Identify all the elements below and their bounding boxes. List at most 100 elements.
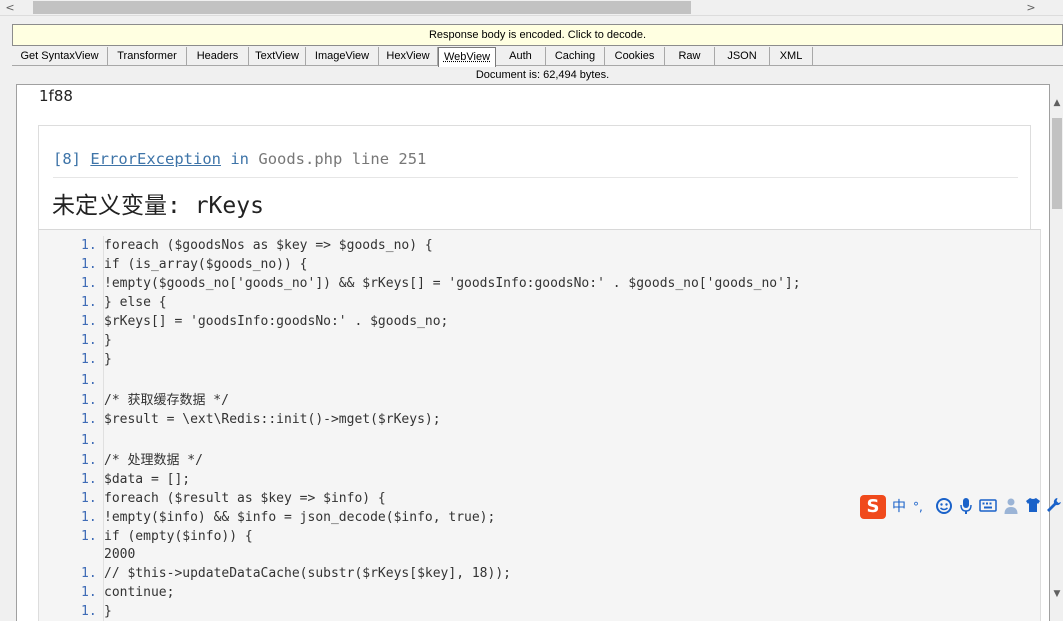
code-text: if (is_array($goods_no)) { <box>104 257 308 272</box>
tab-hexview[interactable]: HexView <box>379 47 438 66</box>
tab-xml[interactable]: XML <box>770 47 813 66</box>
code-line: 1.} <box>39 331 1042 350</box>
line-number: 1. <box>81 295 97 310</box>
line-number: 1. <box>81 373 97 388</box>
line-number: 1. <box>81 491 97 506</box>
line-number: 1. <box>81 333 97 348</box>
code-text: } <box>104 333 112 348</box>
ime-toolbar[interactable]: S 中 °, <box>860 494 1063 520</box>
line-number: 1. <box>81 352 97 367</box>
code-text: continue; <box>104 585 175 600</box>
code-text: foreach ($result as $key => $info) { <box>104 491 386 506</box>
tab-label: XML <box>779 50 803 62</box>
error-line-word: line <box>351 150 390 168</box>
tab-webview[interactable]: WebView <box>438 47 496 67</box>
tab-label: TextView <box>255 50 299 62</box>
horizontal-scrollbar[interactable]: < > <box>0 0 1063 16</box>
vertical-scroll-thumb[interactable] <box>1052 118 1062 209</box>
tab-get-syntaxview[interactable]: Get SyntaxView <box>12 47 108 66</box>
code-text: /* 处理数据 */ <box>104 453 203 468</box>
chunk-size-text: 1f88 <box>39 87 73 105</box>
code-text: $rKeys[] = 'goodsInfo:goodsNo:' . $goods… <box>104 314 449 329</box>
tab-caching[interactable]: Caching <box>546 47 605 66</box>
scroll-left-arrow-icon[interactable]: < <box>2 0 18 16</box>
microphone-icon[interactable] <box>959 497 973 517</box>
webview-panel: 1f88 [8] ErrorException in Goods.php lin… <box>16 84 1050 621</box>
line-number: 1. <box>81 257 97 272</box>
user-icon[interactable] <box>1003 497 1019 517</box>
line-number: 1. <box>81 412 97 427</box>
line-number: 1. <box>81 566 97 581</box>
tab-imageview[interactable]: ImageView <box>306 47 379 66</box>
tab-raw[interactable]: Raw <box>665 47 715 66</box>
code-text: } <box>104 604 112 619</box>
tab-cookies[interactable]: Cookies <box>605 47 665 66</box>
tab-label: Caching <box>554 50 596 62</box>
error-file: Goods.php <box>258 150 343 168</box>
keyboard-icon[interactable] <box>979 497 997 517</box>
line-number: 1. <box>81 604 97 619</box>
wrench-icon[interactable] <box>1046 497 1062 517</box>
scroll-up-arrow-icon[interactable]: ▲ <box>1051 98 1063 108</box>
tab-label: Get SyntaxView <box>20 50 99 62</box>
error-message: 未定义变量: rKeys <box>52 193 264 219</box>
vertical-scrollbar[interactable]: ▲ ▼ <box>1051 84 1063 621</box>
code-line: 1. $rKeys[] = 'goodsInfo:goodsNo:' . $goo… <box>39 312 1042 331</box>
emoji-icon[interactable] <box>935 497 953 517</box>
tab-label: Headers <box>196 50 239 62</box>
tab-label: WebView <box>443 51 491 63</box>
error-in-word: in <box>230 150 250 168</box>
error-header: [8] ErrorException in Goods.php line 251 <box>53 150 1018 178</box>
horizontal-scroll-thumb[interactable] <box>33 1 691 14</box>
ime-mode-chinese[interactable]: 中 <box>892 497 906 517</box>
code-line: 1. if (empty($info)) { <box>39 527 1042 546</box>
document-size-label: Document is: 62,494 bytes. <box>475 69 610 81</box>
code-text: } <box>104 352 112 367</box>
code-line: 1. <box>39 431 1042 450</box>
line-number: 1. <box>81 585 97 600</box>
line-number: 1. <box>81 433 97 448</box>
line-number: 1. <box>81 276 97 291</box>
tab-label: Cookies <box>614 50 655 62</box>
code-text: if (empty($info)) { <box>104 529 253 544</box>
code-line: 1. <box>39 371 1042 390</box>
code-line: 1. $result = \ext\Redis::init()->mget($rK… <box>39 410 1042 429</box>
error-code: [8] <box>53 150 81 168</box>
code-line: 1. /* 获取缓存数据 */ <box>39 391 1042 410</box>
exception-link[interactable]: ErrorException <box>90 150 221 168</box>
code-line: 1. $data = []; <box>39 470 1042 489</box>
ime-punctuation[interactable]: °, <box>913 497 923 517</box>
tab-textview[interactable]: TextView <box>249 47 306 66</box>
code-line: 1. if (is_array($goods_no)) { <box>39 255 1042 274</box>
code-line: 1. continue; <box>39 583 1042 602</box>
scroll-right-arrow-icon[interactable]: > <box>1023 0 1039 16</box>
decode-notice-bar[interactable]: Response body is encoded. Click to decod… <box>12 24 1063 46</box>
code-line: 2000 <box>39 545 1042 564</box>
code-line: 1. !empty($goods_no['goods_no']) && $rKey… <box>39 274 1042 293</box>
tab-label: JSON <box>727 50 757 62</box>
code-text: $result = \ext\Redis::init()->mget($rKey… <box>104 412 441 427</box>
tab-transformer[interactable]: Transformer <box>108 47 187 66</box>
scroll-down-arrow-icon[interactable]: ▼ <box>1051 589 1063 599</box>
line-number: 1. <box>81 393 97 408</box>
line-number: 1. <box>81 472 97 487</box>
code-line: 1. // $this->updateDataCache(substr($rKey… <box>39 564 1042 583</box>
tab-label: HexView <box>386 50 430 62</box>
source-code-box: 1. foreach ($goodsNos as $key => $goods_n… <box>38 229 1041 621</box>
sogou-logo-icon[interactable]: S <box>860 495 886 519</box>
code-text: /* 获取缓存数据 */ <box>104 393 229 408</box>
code-text: // $this->updateDataCache(substr($rKeys[… <box>104 566 511 581</box>
tab-headers[interactable]: Headers <box>187 47 249 66</box>
code-line: 1.} <box>39 350 1042 369</box>
line-number: 1. <box>81 529 97 544</box>
tab-json[interactable]: JSON <box>715 47 770 66</box>
tab-label: ImageView <box>314 50 370 62</box>
inspector-tabs: Get SyntaxView Transformer Headers TextView… <box>12 47 1063 67</box>
tab-auth[interactable]: Auth <box>496 47 546 66</box>
line-number: 1. <box>81 510 97 525</box>
code-line: 1.} <box>39 602 1042 621</box>
code-text: } else { <box>104 295 167 310</box>
tab-label: Auth <box>509 50 532 62</box>
line-number: 1. <box>81 238 97 253</box>
shirt-icon[interactable] <box>1025 497 1041 517</box>
